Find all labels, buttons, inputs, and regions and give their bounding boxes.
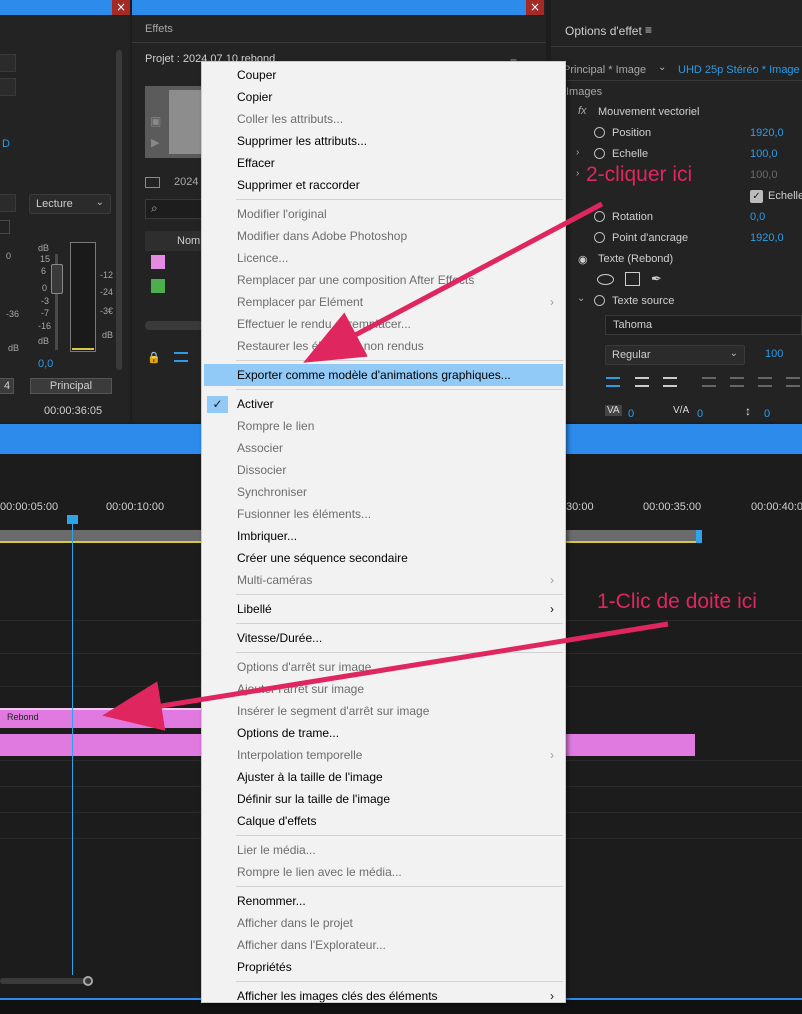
annotation-arrows — [102, 201, 669, 731]
annotation-step1: 1-Clic de doite ici — [597, 590, 757, 613]
arrow-to-export — [303, 201, 604, 363]
annotation-step2: 2-cliquer ici — [586, 163, 693, 186]
arrow-to-clip — [102, 621, 669, 731]
